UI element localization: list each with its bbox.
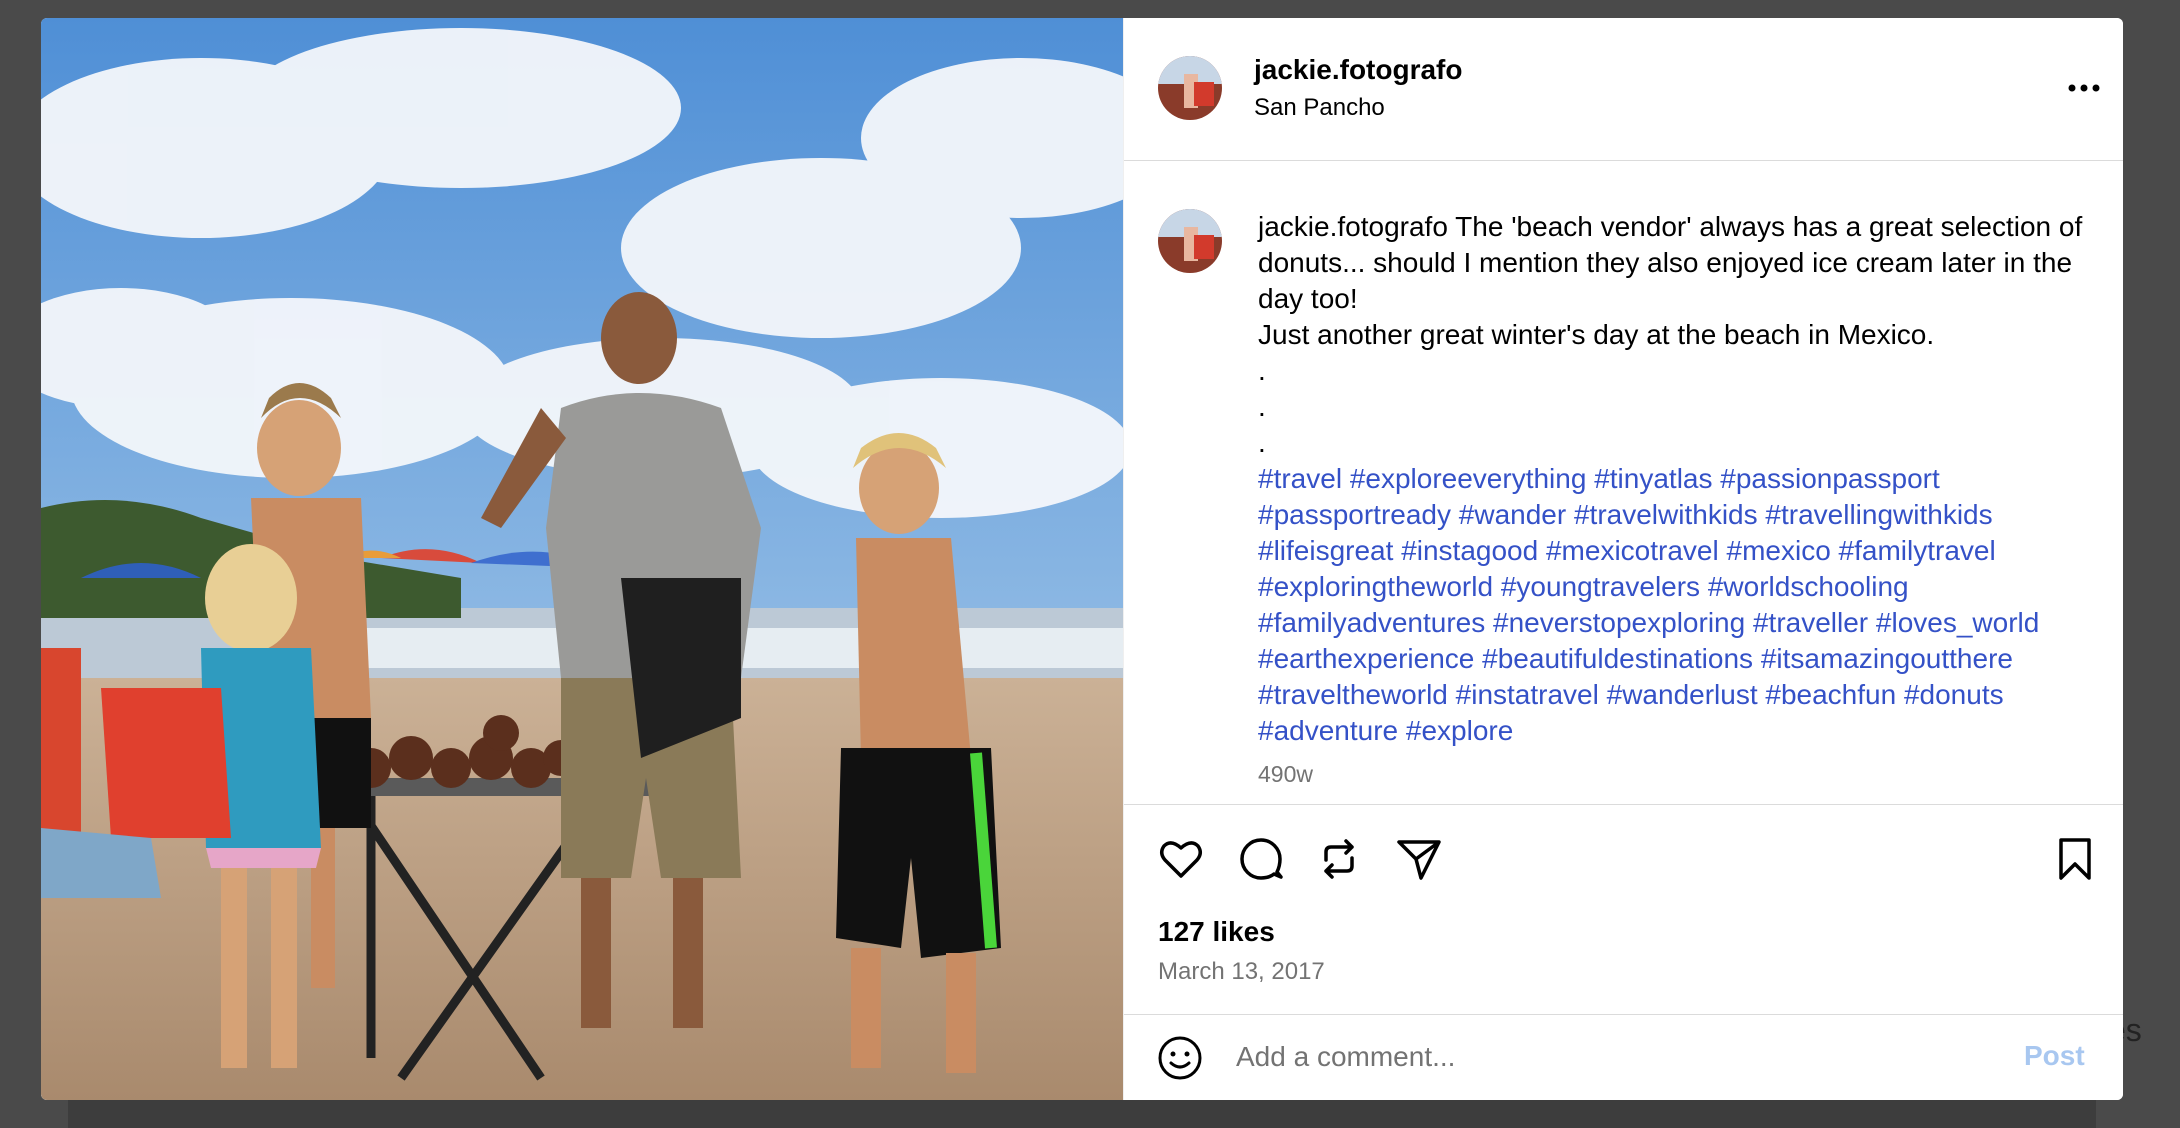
- caption-section: jackie.fotografo The 'beach vendor' alwa…: [1124, 161, 2123, 805]
- hashtag-link[interactable]: #worldschooling: [1708, 571, 1909, 602]
- hashtag-link[interactable]: #beachfun: [1765, 679, 1896, 710]
- caption-line: .: [1258, 355, 1266, 386]
- hashtag-link[interactable]: #travellingwithkids: [1765, 499, 1992, 530]
- comment-input[interactable]: [1236, 1032, 1936, 1082]
- hashtag-list: #travel #exploreeverything #tinyatlas #p…: [1258, 461, 2098, 749]
- hashtag-link[interactable]: #mexico: [1727, 535, 1831, 566]
- post-photo: [41, 18, 1123, 1100]
- hashtag-link[interactable]: #donuts: [1904, 679, 2004, 710]
- caption-line: .: [1258, 391, 1266, 422]
- share-icon[interactable]: [1394, 834, 1444, 884]
- avatar[interactable]: [1158, 209, 1222, 273]
- post-header: jackie.fotografo San Pancho: [1124, 18, 2123, 161]
- hashtag-link[interactable]: #traveltheworld: [1258, 679, 1448, 710]
- hashtag-link[interactable]: #instatravel: [1456, 679, 1599, 710]
- comment-icon[interactable]: [1236, 834, 1286, 884]
- hashtag-link[interactable]: #itsamazingoutthere: [1761, 643, 2013, 674]
- hashtag-link[interactable]: #exploringtheworld: [1258, 571, 1493, 602]
- post-date[interactable]: March 13, 2017: [1158, 958, 1325, 986]
- post-age[interactable]: 490w: [1258, 761, 1313, 788]
- caption-line: .: [1258, 427, 1266, 458]
- location[interactable]: San Pancho: [1254, 94, 1385, 122]
- hashtag-link[interactable]: #travelwithkids: [1574, 499, 1758, 530]
- post-actions: 127 likes March 13, 2017: [1124, 804, 2123, 1015]
- hashtag-link[interactable]: #instagood: [1401, 535, 1538, 566]
- hashtag-link[interactable]: #tinyatlas: [1594, 463, 1712, 494]
- hashtag-link[interactable]: #familytravel: [1839, 535, 1996, 566]
- hashtag-link[interactable]: #traveller: [1753, 607, 1868, 638]
- bookmark-icon[interactable]: [2050, 834, 2100, 884]
- caption-line: Just another great winter's day at the b…: [1258, 319, 1935, 350]
- hashtag-link[interactable]: #loves_world: [1876, 607, 2039, 638]
- comment-bar: Post: [1124, 1014, 2123, 1100]
- more-options-icon[interactable]: [2064, 70, 2104, 106]
- avatar[interactable]: [1158, 56, 1222, 120]
- hashtag-link[interactable]: #passportready: [1258, 499, 1451, 530]
- hashtag-link[interactable]: #mexicotravel: [1546, 535, 1719, 566]
- hashtag-link[interactable]: #exploreeverything: [1350, 463, 1587, 494]
- hashtag-link[interactable]: #wanderlust: [1607, 679, 1758, 710]
- hashtag-link[interactable]: #familyadventures: [1258, 607, 1485, 638]
- post-side-panel: jackie.fotografo San Pancho jackie.fotog…: [1123, 18, 2123, 1100]
- hashtag-link[interactable]: #youngtravelers: [1501, 571, 1700, 602]
- hashtag-link[interactable]: #neverstopexploring: [1493, 607, 1745, 638]
- hashtag-link[interactable]: #beautifuldestinations: [1482, 643, 1753, 674]
- hashtag-link[interactable]: #passionpassport: [1720, 463, 1939, 494]
- hashtag-link[interactable]: #earthexperience: [1258, 643, 1474, 674]
- hashtag-link[interactable]: #lifeisgreat: [1258, 535, 1393, 566]
- caption-text: jackie.fotografo The 'beach vendor' alwa…: [1258, 209, 2098, 749]
- username[interactable]: jackie.fotografo: [1254, 54, 1462, 86]
- background-grid-strip: [68, 1100, 2096, 1128]
- heart-icon[interactable]: [1156, 834, 1206, 884]
- post-comment-button[interactable]: Post: [2024, 1040, 2085, 1072]
- caption-username[interactable]: jackie.fotografo: [1258, 211, 1448, 242]
- hashtag-link[interactable]: #wander: [1459, 499, 1566, 530]
- emoji-icon[interactable]: [1156, 1034, 1204, 1082]
- post-modal: jackie.fotografo San Pancho jackie.fotog…: [41, 18, 2123, 1100]
- likes-count[interactable]: 127 likes: [1158, 916, 1275, 948]
- hashtag-link[interactable]: #adventure: [1258, 715, 1398, 746]
- hashtag-link[interactable]: #explore: [1406, 715, 1513, 746]
- hashtag-link[interactable]: #travel: [1258, 463, 1342, 494]
- repost-icon[interactable]: [1314, 834, 1364, 884]
